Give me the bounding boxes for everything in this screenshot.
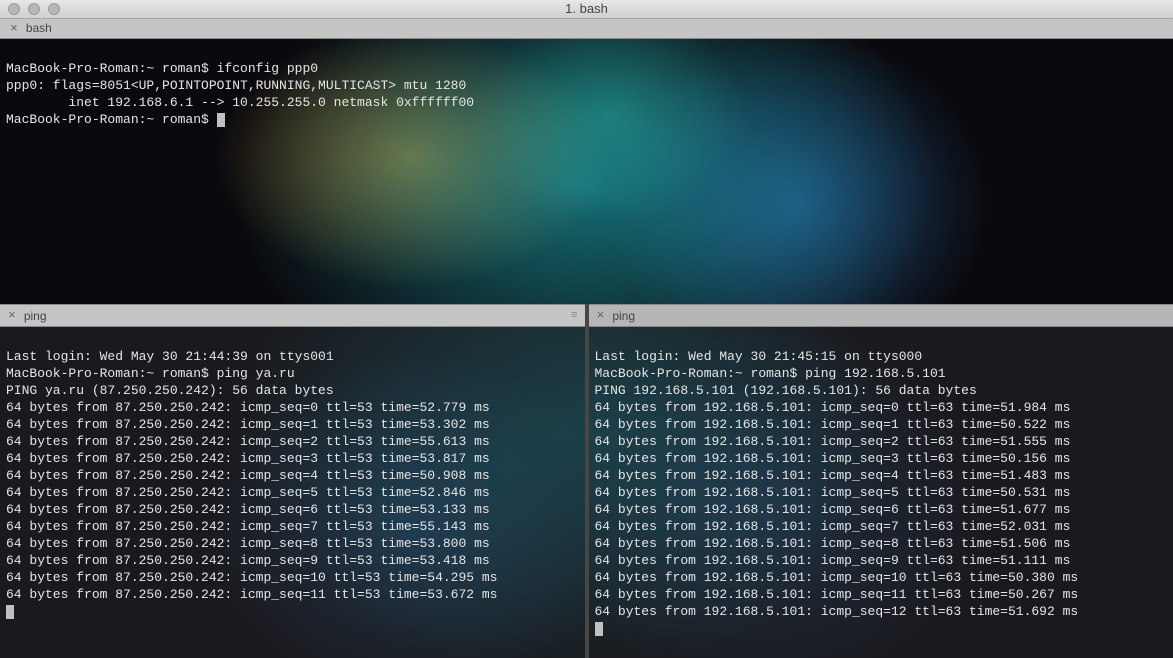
bottom-split: × ping ≡ Last login: Wed May 30 21:44:39… [0, 304, 1173, 658]
term-line: 64 bytes from 87.250.250.242: icmp_seq=9… [6, 553, 490, 568]
right-tab-bar: × ping [589, 304, 1173, 327]
close-icon[interactable]: × [10, 22, 18, 35]
term-line: 64 bytes from 87.250.250.242: icmp_seq=7… [6, 519, 490, 534]
terminal-output: Last login: Wed May 30 21:44:39 on ttys0… [0, 327, 585, 641]
term-line: 64 bytes from 87.250.250.242: icmp_seq=2… [6, 434, 490, 449]
term-line: 64 bytes from 87.250.250.242: icmp_seq=1… [6, 570, 497, 585]
close-icon[interactable]: × [0, 308, 24, 323]
left-pane: × ping ≡ Last login: Wed May 30 21:44:39… [0, 304, 585, 658]
term-line: 64 bytes from 87.250.250.242: icmp_seq=0… [6, 400, 490, 415]
term-line: Last login: Wed May 30 21:44:39 on ttys0… [6, 349, 334, 364]
term-line: 64 bytes from 192.168.5.101: icmp_seq=7 … [595, 519, 1071, 534]
close-window-icon[interactable] [8, 3, 20, 15]
window-title: 1. bash [0, 1, 1173, 16]
term-line: 64 bytes from 87.250.250.242: icmp_seq=1… [6, 417, 490, 432]
right-pane: × ping Last login: Wed May 30 21:45:15 o… [589, 304, 1173, 658]
term-line: MacBook-Pro-Roman:~ roman$ ping 192.168.… [595, 366, 946, 381]
left-tab-bar: × ping ≡ [0, 304, 585, 327]
term-line: 64 bytes from 87.250.250.242: icmp_seq=1… [6, 587, 497, 602]
terminal-output: Last login: Wed May 30 21:45:15 on ttys0… [589, 327, 1173, 658]
term-line: 64 bytes from 87.250.250.242: icmp_seq=5… [6, 485, 490, 500]
close-icon[interactable]: × [589, 308, 613, 323]
cursor-icon [217, 113, 225, 127]
term-line: 64 bytes from 192.168.5.101: icmp_seq=9 … [595, 553, 1071, 568]
top-terminal-pane[interactable]: MacBook-Pro-Roman:~ roman$ ifconfig ppp0… [0, 39, 1173, 304]
term-line: 64 bytes from 192.168.5.101: icmp_seq=2 … [595, 434, 1071, 449]
term-line: 64 bytes from 192.168.5.101: icmp_seq=5 … [595, 485, 1071, 500]
term-line: 64 bytes from 192.168.5.101: icmp_seq=8 … [595, 536, 1071, 551]
window-titlebar[interactable]: 1. bash [0, 0, 1173, 19]
term-line: 64 bytes from 87.250.250.242: icmp_seq=6… [6, 502, 490, 517]
term-line: MacBook-Pro-Roman:~ roman$ ifconfig ppp0 [6, 61, 318, 76]
term-line: 64 bytes from 192.168.5.101: icmp_seq=11… [595, 587, 1079, 602]
term-line: 64 bytes from 192.168.5.101: icmp_seq=6 … [595, 502, 1071, 517]
term-line: ppp0: flags=8051<UP,POINTOPOINT,RUNNING,… [6, 78, 466, 93]
tab-label: bash [26, 21, 52, 35]
term-line: 64 bytes from 87.250.250.242: icmp_seq=8… [6, 536, 490, 551]
top-tab-bash[interactable]: × bash [0, 19, 62, 38]
term-prompt: MacBook-Pro-Roman:~ roman$ [6, 112, 217, 127]
term-line: 64 bytes from 192.168.5.101: icmp_seq=10… [595, 570, 1079, 585]
term-line: inet 192.168.6.1 --> 10.255.255.0 netmas… [6, 95, 474, 110]
term-line: 64 bytes from 192.168.5.101: icmp_seq=12… [595, 604, 1079, 619]
term-line: 64 bytes from 192.168.5.101: icmp_seq=0 … [595, 400, 1071, 415]
term-line: MacBook-Pro-Roman:~ roman$ ping ya.ru [6, 366, 295, 381]
term-line: 64 bytes from 87.250.250.242: icmp_seq=3… [6, 451, 490, 466]
cursor-icon [6, 605, 14, 619]
terminal-output: MacBook-Pro-Roman:~ roman$ ifconfig ppp0… [0, 39, 1173, 149]
tab-label: ping [24, 309, 47, 323]
term-line: PING 192.168.5.101 (192.168.5.101): 56 d… [595, 383, 977, 398]
term-line: 64 bytes from 192.168.5.101: icmp_seq=1 … [595, 417, 1071, 432]
traffic-lights [0, 3, 60, 15]
term-line: 64 bytes from 87.250.250.242: icmp_seq=4… [6, 468, 490, 483]
term-line: Last login: Wed May 30 21:45:15 on ttys0… [595, 349, 923, 364]
drag-handle-icon[interactable]: ≡ [571, 310, 579, 322]
top-tab-bar: × bash [0, 19, 1173, 39]
left-terminal-pane[interactable]: Last login: Wed May 30 21:44:39 on ttys0… [0, 327, 585, 658]
minimize-window-icon[interactable] [28, 3, 40, 15]
term-line: 64 bytes from 192.168.5.101: icmp_seq=4 … [595, 468, 1071, 483]
tab-label: ping [612, 309, 635, 323]
cursor-icon [595, 622, 603, 636]
right-terminal-pane[interactable]: Last login: Wed May 30 21:45:15 on ttys0… [589, 327, 1173, 658]
term-line: 64 bytes from 192.168.5.101: icmp_seq=3 … [595, 451, 1071, 466]
term-line: PING ya.ru (87.250.250.242): 56 data byt… [6, 383, 334, 398]
maximize-window-icon[interactable] [48, 3, 60, 15]
